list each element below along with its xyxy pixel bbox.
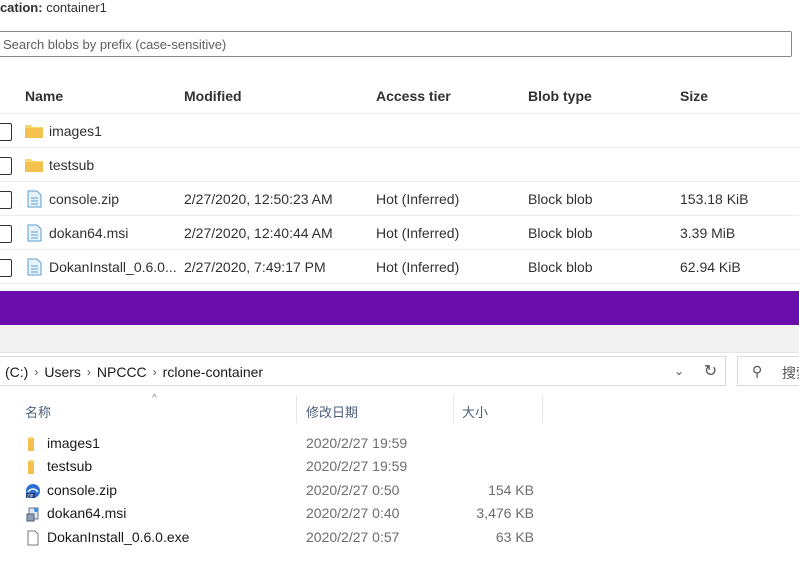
- folder-icon: [28, 437, 34, 451]
- blob-row[interactable]: images1: [0, 114, 799, 148]
- chevron-down-icon[interactable]: ⌄: [667, 357, 691, 385]
- file-size: 3,476 KB: [476, 505, 534, 521]
- blob-row[interactable]: console.zip 2/27/2020, 12:50:23 AM Hot (…: [0, 182, 799, 216]
- blob-search-input[interactable]: [0, 32, 791, 56]
- blob-name: console.zip: [49, 191, 120, 207]
- row-checkbox[interactable]: [0, 259, 12, 277]
- column-header-name[interactable]: Name: [25, 88, 63, 104]
- file-name: DokanInstall_0.6.0.exe: [47, 529, 190, 545]
- blob-size: 62.94 KiB: [680, 259, 741, 275]
- breadcrumb-users[interactable]: Users: [40, 364, 85, 380]
- file-icon: [27, 190, 42, 208]
- blob-size: 153.18 KiB: [680, 191, 749, 207]
- file-name: console.zip: [47, 482, 118, 498]
- search-icon: ⚲: [752, 363, 763, 379]
- breadcrumb: (C:) › Users › NPCCC › rclone-container: [1, 364, 267, 380]
- row-checkbox[interactable]: [0, 191, 12, 209]
- blob-name: testsub: [49, 157, 95, 173]
- file-date: 2020/2/27 19:59: [306, 435, 408, 451]
- row-checkbox[interactable]: [0, 157, 12, 175]
- column-header-date[interactable]: 修改日期: [306, 402, 358, 421]
- explorer-search-box[interactable]: ⚲ 搜索: [737, 356, 799, 386]
- location-label: ocation:: [0, 0, 43, 15]
- breadcrumb-npccc[interactable]: NPCCC: [93, 364, 151, 380]
- window-divider-bar: [0, 291, 799, 325]
- blob-size: 3.39 MiB: [680, 225, 736, 241]
- column-divider[interactable]: [453, 395, 454, 423]
- explorer-column-header: 名称 ^ 修改日期 大小: [0, 393, 560, 423]
- file-date: 2020/2/27 0:40: [306, 505, 400, 521]
- file-size: 63 KB: [495, 529, 534, 545]
- chevron-right-icon[interactable]: ›: [151, 365, 159, 379]
- file-explorer-pane: (C:) › Users › NPCCC › rclone-container …: [0, 325, 799, 581]
- column-divider[interactable]: [542, 395, 543, 423]
- blob-name: dokan64.msi: [49, 225, 129, 241]
- blob-modified: 2/27/2020, 7:49:17 PM: [184, 259, 326, 275]
- blob-name: images1: [49, 123, 102, 139]
- file-name: dokan64.msi: [47, 505, 127, 521]
- column-header-blob-type[interactable]: Blob type: [528, 88, 592, 104]
- exe-file-icon: [27, 530, 39, 546]
- blob-modified: 2/27/2020, 12:50:23 AM: [184, 191, 333, 207]
- explorer-search-placeholder: 搜索: [782, 365, 799, 381]
- chevron-right-icon[interactable]: ›: [85, 365, 93, 379]
- column-header-size[interactable]: Size: [680, 88, 708, 104]
- blob-access-tier: Hot (Inferred): [376, 225, 460, 241]
- explorer-toolbar-strip: [0, 325, 799, 353]
- blob-row[interactable]: DokanInstall_0.6.0... 2/27/2020, 7:49:17…: [0, 250, 799, 284]
- file-name: images1: [47, 435, 100, 451]
- row-checkbox[interactable]: [0, 225, 12, 243]
- row-checkbox[interactable]: [0, 123, 12, 141]
- file-row[interactable]: dokan64.msi 2020/2/27 0:40 3,476 KB: [0, 502, 560, 525]
- column-header-modified[interactable]: Modified: [184, 88, 242, 104]
- file-date: 2020/2/27 0:50: [306, 482, 400, 498]
- file-row[interactable]: images1 2020/2/27 19:59: [0, 432, 560, 455]
- blob-type: Block blob: [528, 191, 593, 207]
- file-icon: [27, 258, 42, 276]
- blob-name: DokanInstall_0.6.0...: [49, 259, 177, 275]
- file-row[interactable]: DokanInstall_0.6.0.exe 2020/2/27 0:57 63…: [0, 526, 560, 549]
- folder-icon: [28, 460, 34, 474]
- blob-grid: Name Modified Access tier Blob type Size…: [0, 78, 799, 284]
- blob-type: Block blob: [528, 259, 593, 275]
- file-icon: [27, 224, 42, 242]
- refresh-icon: ↻: [703, 363, 718, 380]
- column-header-name[interactable]: 名称: [25, 402, 51, 421]
- file-name: testsub: [47, 458, 93, 474]
- location-display: ocation: container1: [0, 0, 107, 18]
- blob-modified: 2/27/2020, 12:40:44 AM: [184, 225, 333, 241]
- blob-grid-header: Name Modified Access tier Blob type Size: [0, 78, 799, 114]
- sort-ascending-icon: ^: [152, 393, 157, 404]
- storage-explorer-pane: ocation: container1 Name Modified Access…: [0, 0, 799, 291]
- refresh-button[interactable]: ↻: [696, 356, 726, 386]
- blob-type: Block blob: [528, 225, 593, 241]
- svg-text:ZIP: ZIP: [27, 493, 34, 498]
- breadcrumb-rclone-container[interactable]: rclone-container: [159, 364, 267, 380]
- column-header-access-tier[interactable]: Access tier: [376, 88, 451, 104]
- file-date: 2020/2/27 0:57: [306, 529, 400, 545]
- blob-row[interactable]: testsub: [0, 148, 799, 182]
- folder-icon: [25, 125, 43, 138]
- blob-row[interactable]: dokan64.msi 2/27/2020, 12:40:44 AM Hot (…: [0, 216, 799, 250]
- blob-rows: images1 testsub console.zip 2/27/2020, 1…: [0, 114, 799, 284]
- blob-access-tier: Hot (Inferred): [376, 191, 460, 207]
- column-divider[interactable]: [296, 395, 297, 423]
- address-bar[interactable]: (C:) › Users › NPCCC › rclone-container …: [0, 356, 726, 386]
- file-size: 154 KB: [488, 482, 534, 498]
- msi-installer-icon: [26, 507, 39, 522]
- column-header-size[interactable]: 大小: [462, 402, 488, 421]
- blob-access-tier: Hot (Inferred): [376, 259, 460, 275]
- zip-archive-icon: ZIP: [26, 484, 40, 498]
- file-row[interactable]: testsub 2020/2/27 19:59: [0, 455, 560, 478]
- file-row[interactable]: ZIP console.zip 2020/2/27 0:50 154 KB: [0, 479, 560, 502]
- file-date: 2020/2/27 19:59: [306, 458, 408, 474]
- breadcrumb-drive[interactable]: (C:): [1, 364, 32, 380]
- chevron-right-icon[interactable]: ›: [32, 365, 40, 379]
- blob-prefix-search[interactable]: [0, 31, 792, 57]
- location-value: container1: [46, 0, 107, 15]
- folder-icon: [25, 159, 43, 172]
